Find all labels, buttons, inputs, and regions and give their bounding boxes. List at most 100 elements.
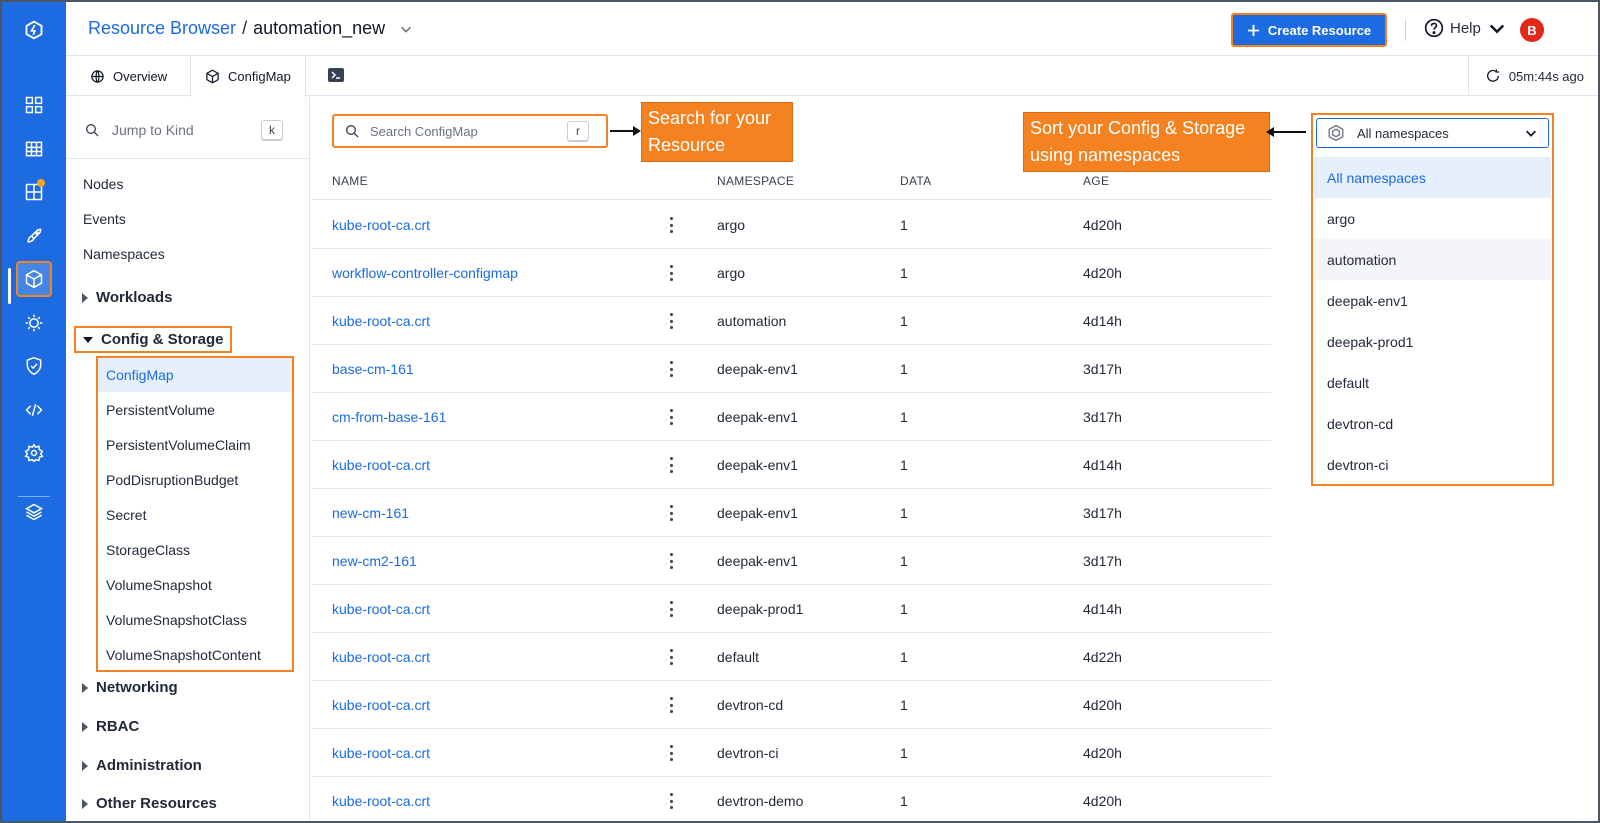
sidebar-item-persistentvolume[interactable]: PersistentVolume <box>98 393 292 427</box>
sidebar-item-poddisruptionbudget[interactable]: PodDisruptionBudget <box>98 463 292 497</box>
more-options-icon[interactable] <box>669 361 673 377</box>
namespace-option[interactable]: devtron-cd <box>1314 403 1551 444</box>
charts-icon[interactable] <box>16 131 52 167</box>
sidebar-item-volumesnapshotclass[interactable]: VolumeSnapshotClass <box>98 603 292 637</box>
sidebar-item-secret[interactable]: Secret <box>98 498 292 532</box>
more-options-icon[interactable] <box>669 217 673 233</box>
resource-name-link[interactable]: base-cm-161 <box>332 361 414 377</box>
column-header-data[interactable]: DATA <box>900 174 931 188</box>
more-options-icon[interactable] <box>669 793 673 809</box>
group-rbac[interactable]: RBAC <box>82 718 139 735</box>
resource-name-link[interactable]: kube-root-ca.crt <box>332 649 430 665</box>
more-options-icon[interactable] <box>669 553 673 569</box>
breadcrumb-root-link[interactable]: Resource Browser <box>88 18 236 39</box>
more-options-icon[interactable] <box>669 457 673 473</box>
charts-store-icon[interactable] <box>16 174 52 210</box>
cluster-name[interactable]: automation_new <box>253 18 385 39</box>
table-row[interactable]: kube-root-ca.crt devtron-demo 1 4d20h <box>311 777 1271 821</box>
more-options-icon[interactable] <box>669 601 673 617</box>
more-options-icon[interactable] <box>669 505 673 521</box>
resource-name-link[interactable]: new-cm2-161 <box>332 553 417 569</box>
table-row[interactable]: kube-root-ca.crt default 1 4d22h <box>311 633 1271 681</box>
namespace-select-value: All namespaces <box>1357 125 1449 141</box>
resource-name-link[interactable]: kube-root-ca.crt <box>332 745 430 761</box>
sidebar-item-storageclass[interactable]: StorageClass <box>98 533 292 567</box>
deploy-rocket-icon[interactable] <box>16 218 52 254</box>
config-storage-list: ConfigMap PersistentVolume PersistentVol… <box>96 356 294 672</box>
resource-name-link[interactable]: cm-from-base-161 <box>332 409 446 425</box>
group-workloads[interactable]: Workloads <box>82 289 172 306</box>
resource-name-link[interactable]: kube-root-ca.crt <box>332 697 430 713</box>
group-administration[interactable]: Administration <box>82 757 202 774</box>
table-row[interactable]: kube-root-ca.crt devtron-ci 1 4d20h <box>311 729 1271 777</box>
terminal-icon[interactable] <box>328 67 344 83</box>
resource-name-link[interactable]: new-cm-161 <box>332 505 409 521</box>
more-options-icon[interactable] <box>669 697 673 713</box>
sidebar-item-namespaces[interactable]: Namespaces <box>83 246 165 262</box>
namespace-option[interactable]: deepak-env1 <box>1314 280 1551 321</box>
namespace-cell: deepak-prod1 <box>717 601 804 617</box>
resource-browser-icon[interactable] <box>16 261 52 297</box>
table-row[interactable]: kube-root-ca.crt deepak-prod1 1 4d14h <box>311 585 1271 633</box>
more-options-icon[interactable] <box>669 409 673 425</box>
sidebar-item-volumesnapshot[interactable]: VolumeSnapshot <box>98 568 292 602</box>
shield-icon[interactable] <box>16 348 52 384</box>
code-icon[interactable] <box>16 392 52 428</box>
namespace-option[interactable]: deepak-prod1 <box>1314 321 1551 362</box>
stack-layers-icon[interactable] <box>16 494 52 530</box>
sidebar-item-nodes[interactable]: Nodes <box>83 176 123 192</box>
more-options-icon[interactable] <box>669 745 673 761</box>
more-options-icon[interactable] <box>669 313 673 329</box>
sidebar-item-persistentvolumeclaim[interactable]: PersistentVolumeClaim <box>98 428 292 462</box>
resource-name-link[interactable]: kube-root-ca.crt <box>332 217 430 233</box>
sidebar-item-configmap[interactable]: ConfigMap <box>98 358 292 392</box>
sidebar-item-volumesnapshotcontent[interactable]: VolumeSnapshotContent <box>98 638 292 672</box>
create-resource-button[interactable]: Create Resource <box>1231 13 1387 47</box>
data-count-cell: 1 <box>900 457 908 473</box>
table-row[interactable]: kube-root-ca.crt automation 1 4d14h <box>311 297 1271 345</box>
column-header-name[interactable]: NAME <box>332 174 368 188</box>
resource-name-link[interactable]: kube-root-ca.crt <box>332 457 430 473</box>
resource-name-link[interactable]: kube-root-ca.crt <box>332 793 430 809</box>
data-count-cell: 1 <box>900 409 908 425</box>
tab-overview[interactable]: Overview <box>76 56 181 96</box>
devtron-logo-icon[interactable] <box>16 12 52 48</box>
data-count-cell: 1 <box>900 793 908 809</box>
table-row[interactable]: kube-root-ca.crt devtron-cd 1 4d20h <box>311 681 1271 729</box>
column-header-age[interactable]: AGE <box>1083 174 1109 188</box>
data-count-cell: 1 <box>900 265 908 281</box>
age-cell: 4d20h <box>1083 265 1122 281</box>
group-other-resources[interactable]: Other Resources <box>82 795 217 812</box>
more-options-icon[interactable] <box>669 265 673 281</box>
namespace-option[interactable]: argo <box>1314 198 1551 239</box>
table-row[interactable]: new-cm-161 deepak-env1 1 3d17h <box>311 489 1271 537</box>
table-row[interactable]: kube-root-ca.crt argo 1 4d20h <box>311 201 1271 249</box>
group-config-storage[interactable]: Config & Storage <box>74 326 232 353</box>
group-networking[interactable]: Networking <box>82 679 178 696</box>
namespace-option[interactable]: devtron-ci <box>1314 444 1551 485</box>
namespace-select[interactable]: All namespaces <box>1316 118 1549 148</box>
namespace-option[interactable]: All namespaces <box>1314 157 1551 198</box>
namespace-option[interactable]: automation <box>1314 239 1551 280</box>
tab-configmap[interactable]: ConfigMap <box>190 56 306 97</box>
age-cell: 4d14h <box>1083 457 1122 473</box>
applications-icon[interactable] <box>16 87 52 123</box>
resource-name-link[interactable]: workflow-controller-configmap <box>332 265 518 281</box>
resource-name-link[interactable]: kube-root-ca.crt <box>332 313 430 329</box>
namespace-option[interactable]: default <box>1314 362 1551 403</box>
resource-name-link[interactable]: kube-root-ca.crt <box>332 601 430 617</box>
chevron-down-icon[interactable] <box>399 22 413 36</box>
table-row[interactable]: kube-root-ca.crt deepak-env1 1 4d14h <box>311 441 1271 489</box>
table-row[interactable]: base-cm-161 deepak-env1 1 3d17h <box>311 345 1271 393</box>
settings-gear-icon[interactable] <box>16 435 52 471</box>
user-avatar[interactable]: B <box>1520 18 1544 42</box>
column-header-namespace[interactable]: NAMESPACE <box>717 174 794 188</box>
sync-status[interactable]: 05m:44s ago <box>1467 56 1598 96</box>
table-row[interactable]: new-cm2-161 deepak-env1 1 3d17h <box>311 537 1271 585</box>
more-options-icon[interactable] <box>669 649 673 665</box>
table-row[interactable]: cm-from-base-161 deepak-env1 1 3d17h <box>311 393 1271 441</box>
table-row[interactable]: workflow-controller-configmap argo 1 4d20h <box>311 249 1271 297</box>
sidebar-item-events[interactable]: Events <box>83 211 126 227</box>
help-menu[interactable]: Help <box>1424 18 1507 38</box>
security-bug-icon[interactable] <box>16 305 52 341</box>
